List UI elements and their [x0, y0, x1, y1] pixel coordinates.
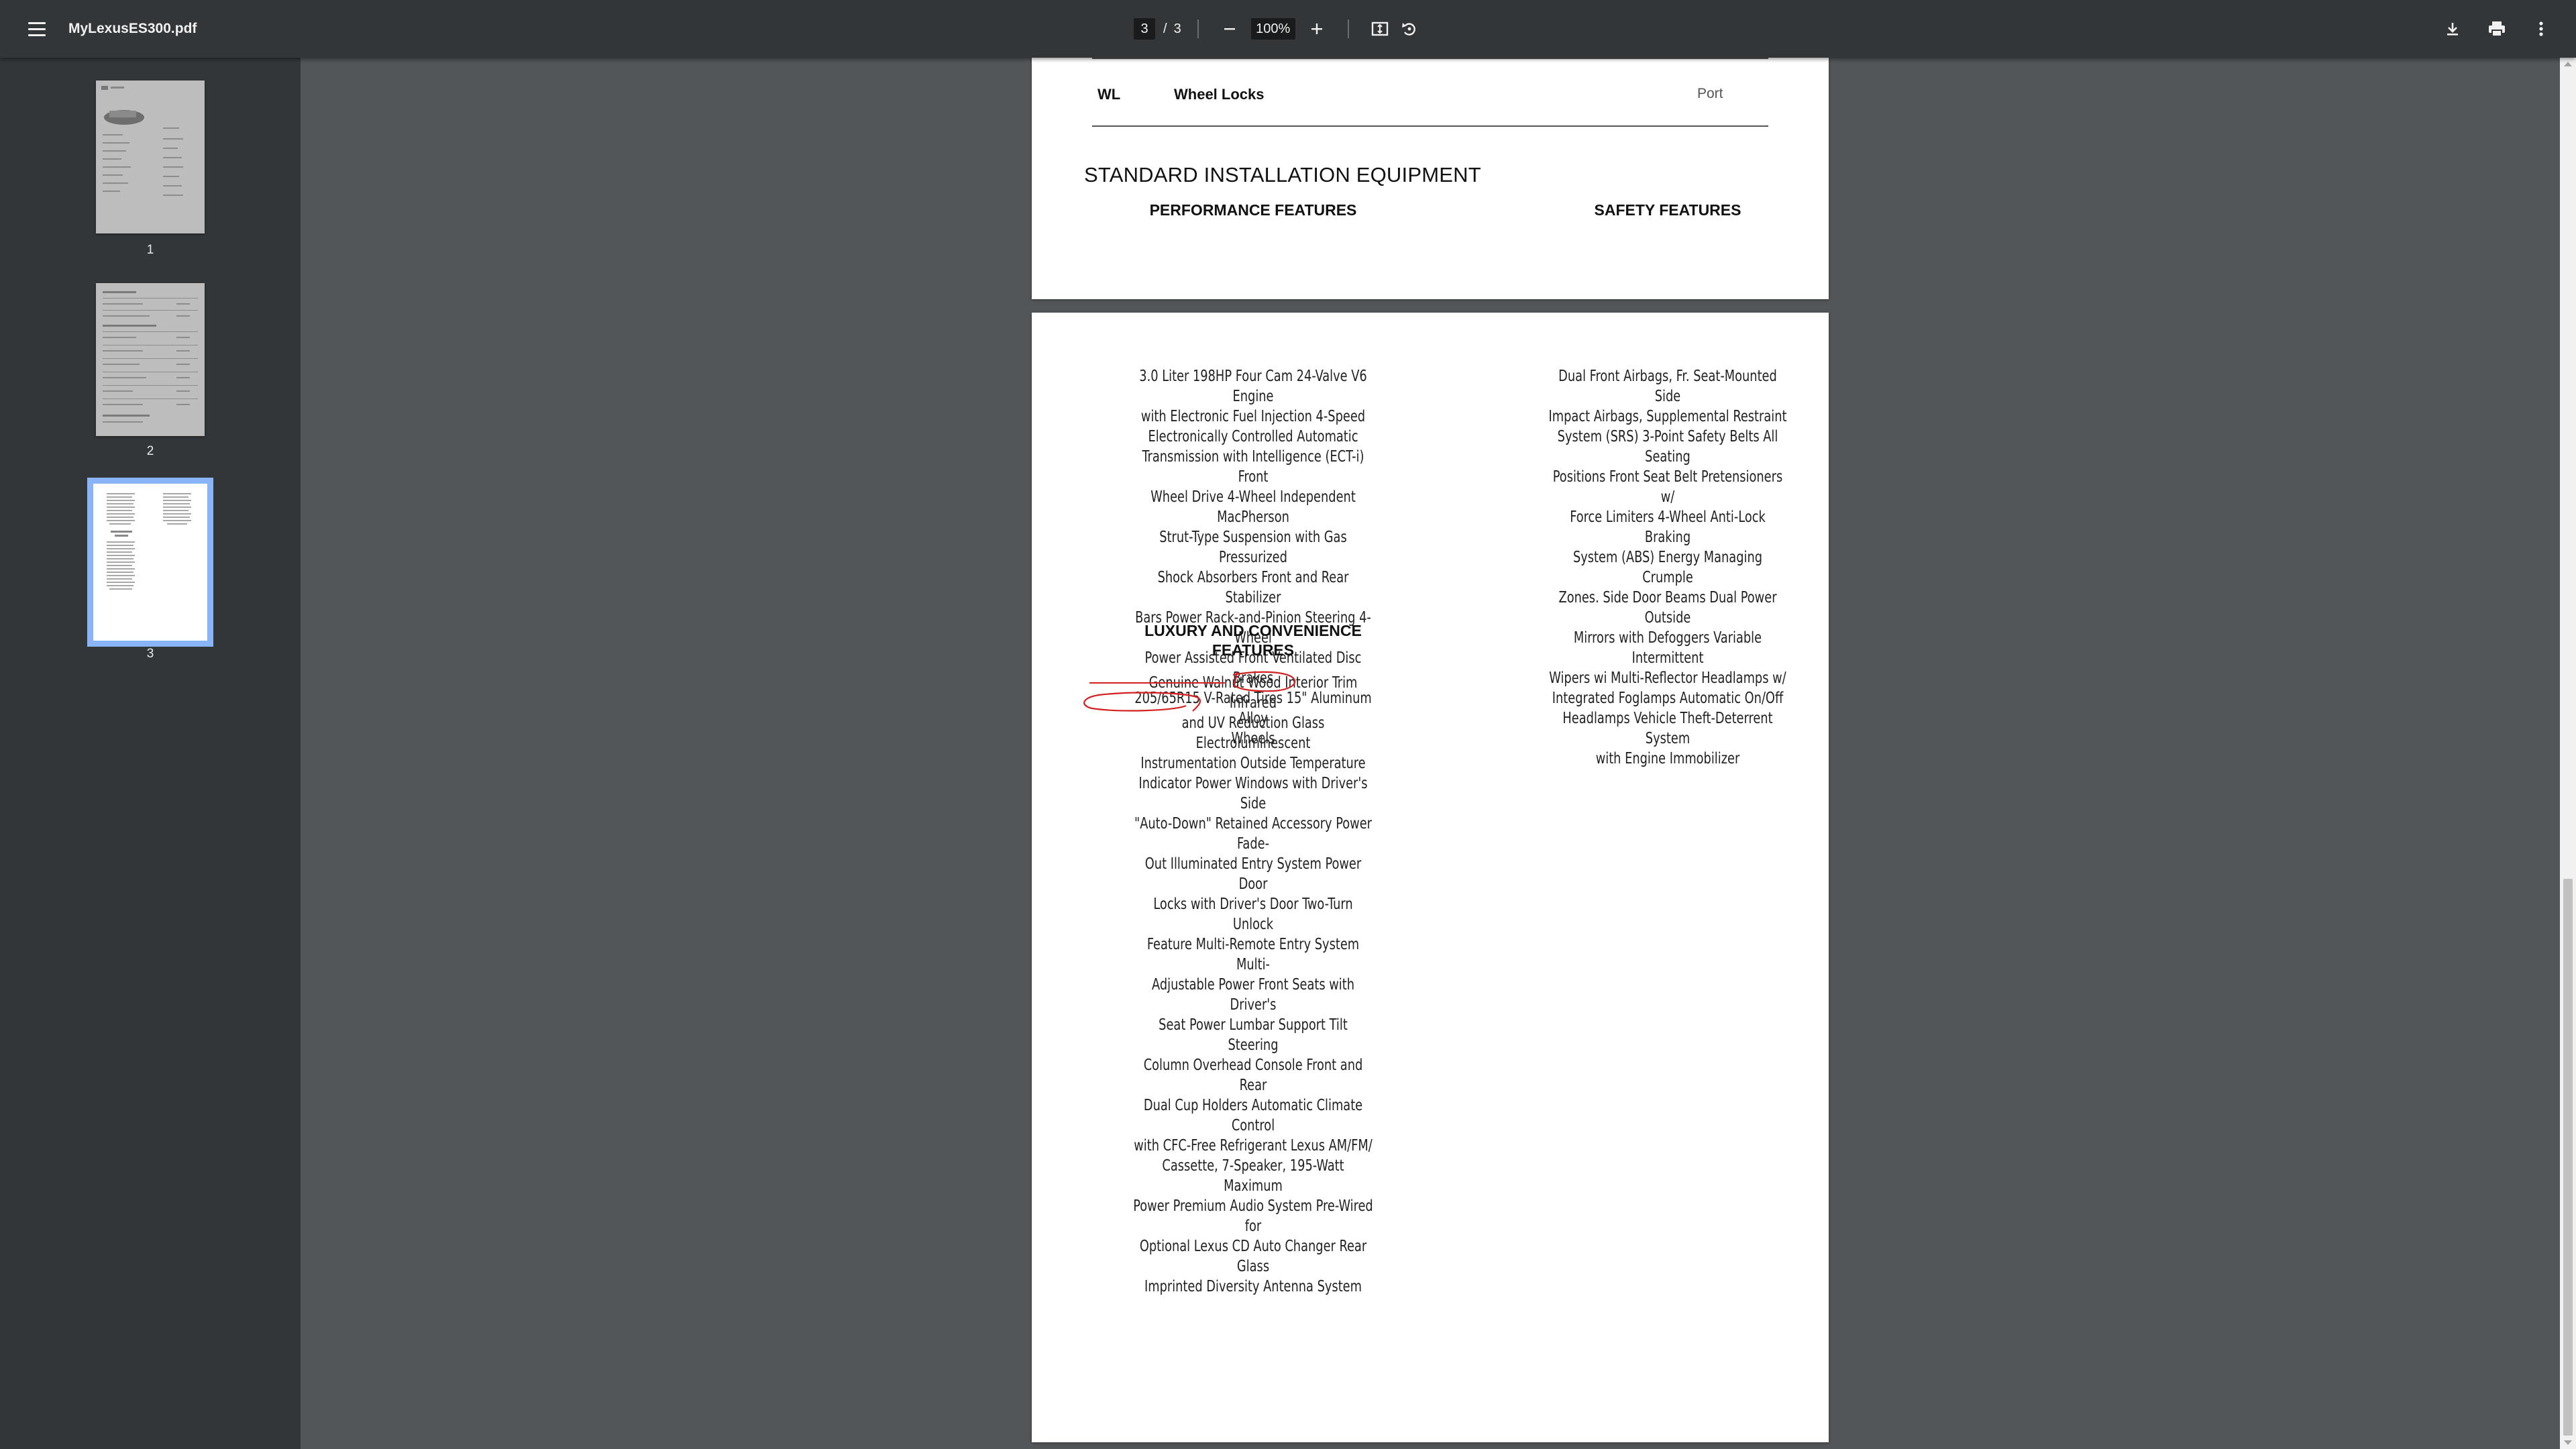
accessory-code: WL [1097, 86, 1121, 103]
toolbar-divider [1197, 19, 1199, 38]
text-line: and UV Reduction Glass Electroluminescen… [1181, 714, 1325, 752]
scroll-up-arrow-icon[interactable] [2564, 62, 2572, 66]
text-line: System (SRS) 3-Point Safety Belts All Se… [1557, 428, 1778, 466]
zoom-out-button[interactable] [1215, 14, 1244, 44]
toolbar-divider [1347, 19, 1349, 38]
luxury-heading-line: FEATURES [1212, 641, 1295, 659]
pdf-toolbar: MyLexusES300.pdf 3 / 3 100% [0, 0, 2576, 58]
document-title: MyLexusES300.pdf [68, 21, 197, 36]
text-line: Instrumentation Outside Temperature [1140, 755, 1366, 772]
table-rule [1092, 125, 1768, 127]
text-line: "Auto-Down" Retained Accessory Power Fad… [1134, 815, 1372, 853]
page-controls: 3 / 3 100% [1134, 0, 1424, 58]
page-thumbnail-preview [103, 291, 198, 423]
page-separator: / [1163, 21, 1167, 36]
text-line: Imprinted Diversity Antenna System [1144, 1278, 1362, 1295]
page-thumbnail-3[interactable] [87, 478, 213, 647]
text-line: Power Premium Audio System Pre-Wired for [1133, 1197, 1373, 1235]
text-line: Force Limiters 4-Wheel Anti-Lock Braking [1570, 508, 1766, 546]
rotate-button[interactable] [1395, 14, 1424, 44]
text-line: Locks with Driver's Door Two-Turn Unlock [1153, 896, 1353, 933]
menu-button[interactable] [20, 12, 54, 46]
pdf-page-3: 3.0 Liter 198HP Four Cam 24-Valve V6 Eng… [1032, 313, 1829, 1442]
text-line: Positions Front Seat Belt Pretensioners … [1552, 468, 1783, 506]
text-line: with Engine Immobilizer [1595, 750, 1740, 767]
table-rule [1092, 58, 1768, 59]
plus-icon [1311, 23, 1322, 34]
page-thumbnail-preview [107, 493, 191, 590]
safety-heading: SAFETY FEATURES [1594, 201, 1741, 219]
accessory-install-type: Port [1697, 86, 1723, 101]
section-title: STANDARD INSTALLATION EQUIPMENT [1084, 163, 1481, 186]
text-line: Column Overhead Console Front and Rear [1143, 1057, 1363, 1094]
text-line: Wheel Drive 4-Wheel Independent MacPhers… [1150, 488, 1356, 526]
text-line: Transmission with Intelligence (ECT-i) F… [1142, 448, 1364, 486]
download-icon [2447, 23, 2458, 36]
scrollbar-thumb[interactable] [2563, 879, 2573, 1436]
luxury-heading-line: LUXURY AND CONVENIENCE [1144, 622, 1362, 639]
scroll-down-arrow-icon[interactable] [2564, 1440, 2572, 1445]
text-line: Shock Absorbers Front and Rear Stabilize… [1157, 569, 1349, 606]
page-number-input[interactable]: 3 [1134, 18, 1155, 40]
print-icon [2489, 21, 2505, 37]
text-line: Dual Cup Holders Automatic Climate Contr… [1143, 1097, 1363, 1134]
text-line: Cassette, 7-Speaker, 195-Watt Maximum [1162, 1157, 1344, 1195]
text-line: Wipers wi Multi-Reflector Headlamps w/ [1549, 669, 1786, 687]
text-line: Feature Multi-Remote Entry System Multi- [1146, 936, 1360, 973]
accessory-name: Wheel Locks [1174, 86, 1265, 103]
zoom-in-button[interactable] [1302, 14, 1332, 44]
page-thumbnail-2[interactable] [96, 283, 205, 436]
text-line: System (ABS) Energy Managing Crumple [1572, 549, 1763, 586]
text-line: Dual Front Airbags, Fr. Seat-Mounted Sid… [1558, 368, 1777, 405]
text-line: Strut-Type Suspension with Gas Pressuriz… [1159, 529, 1347, 566]
text-line: with CFC-Free Refrigerant Lexus AM/FM/ [1134, 1137, 1373, 1155]
page-total: 3 [1173, 21, 1181, 36]
minus-icon [1224, 28, 1235, 30]
luxury-heading: LUXURY AND CONVENIENCE FEATURES [1112, 621, 1394, 660]
pdf-page-top-part: WL Wheel Locks Port STANDARD INSTALLATIO… [1032, 58, 1829, 299]
more-vertical-icon [2539, 21, 2543, 36]
more-actions-button[interactable] [2526, 14, 2556, 44]
text-line: with Electronic Fuel Injection 4-Speed [1140, 408, 1366, 425]
page-thumbnail-1[interactable] [96, 80, 205, 233]
text-line: Indicator Power Windows with Driver's Si… [1138, 775, 1368, 812]
zoom-level-input[interactable]: 100% [1250, 18, 1295, 40]
text-line: Optional Lexus CD Auto Changer Rear Glas… [1139, 1238, 1367, 1275]
thumbnail-label-2: 2 [146, 444, 154, 458]
text-line: Electronically Controlled Automatic [1148, 428, 1358, 445]
page-thumbnail-preview [101, 86, 183, 196]
performance-heading: PERFORMANCE FEATURES [1149, 201, 1357, 219]
text-line: Genuine Walnut Wood Interior Trim Infrar… [1148, 674, 1358, 712]
print-button[interactable] [2482, 14, 2512, 44]
viewer-scrollbar[interactable] [2560, 58, 2576, 1449]
text-line: Seat Power Lumbar Support Tilt Steering [1159, 1016, 1348, 1054]
toolbar-actions [2438, 0, 2556, 58]
fit-to-page-icon [1371, 21, 1388, 36]
text-line: Integrated Foglamps Automatic On/Off [1552, 690, 1784, 707]
text-line: 3.0 Liter 198HP Four Cam 24-Valve V6 Eng… [1139, 368, 1367, 405]
safety-features-text: Dual Front Airbags, Fr. Seat-Mounted Sid… [1546, 366, 1788, 769]
thumbnail-label-3: 3 [146, 647, 154, 661]
fit-to-page-button[interactable] [1365, 14, 1395, 44]
text-line: Zones. Side Door Beams Dual Power Outsid… [1558, 589, 1777, 627]
hamburger-menu-icon [28, 21, 46, 24]
text-line: Headlamps Vehicle Theft-Deterrent System [1562, 710, 1773, 747]
text-line: Out Illuminated Entry System Power Door [1144, 855, 1362, 893]
text-line: Mirrors with Defoggers Variable Intermit… [1573, 629, 1762, 667]
rotate-counterclockwise-icon [1401, 23, 1415, 36]
download-button[interactable] [2438, 14, 2467, 44]
thumbnail-label-1: 1 [146, 243, 154, 257]
text-line: Impact Airbags, Supplemental Restraint [1548, 408, 1787, 425]
text-line: Adjustable Power Front Seats with Driver… [1152, 976, 1354, 1014]
luxury-features-text: Genuine Walnut Wood Interior Trim Infrar… [1132, 673, 1374, 1297]
thumbnail-sidebar: 1 2 3 [0, 58, 301, 1449]
